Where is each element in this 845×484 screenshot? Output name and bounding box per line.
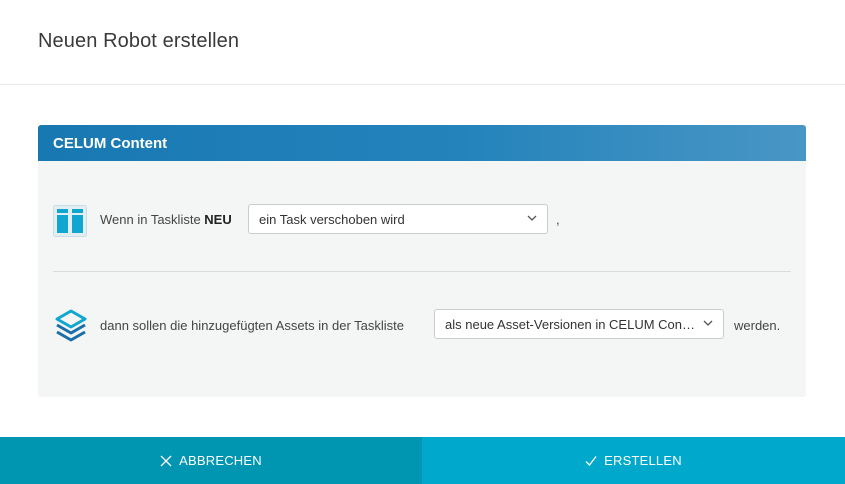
chevron-down-icon: [527, 215, 537, 221]
create-button[interactable]: ERSTELLEN: [422, 437, 845, 484]
action-suffix: werden.: [734, 318, 781, 333]
cancel-label: ABBRECHEN: [179, 453, 262, 468]
create-robot-dialog: Neuen Robot erstellen CELUM Content Wenn…: [0, 0, 845, 484]
trigger-sentence: Wenn in Taskliste NEU: [100, 212, 232, 227]
action-value: als neue Asset-Versionen in CELUM Conten…: [445, 317, 697, 332]
dialog-footer: ABBRECHEN ERSTELLEN: [0, 437, 845, 484]
tasklist-columns-icon: [53, 205, 87, 237]
close-icon: [160, 455, 172, 466]
action-sentence: dann sollen die hinzugefügten Assets in …: [100, 318, 405, 333]
action-select[interactable]: als neue Asset-Versionen in CELUM Conten…: [434, 309, 724, 339]
create-label: ERSTELLEN: [604, 453, 682, 468]
trigger-text-prefix: Wenn in Taskliste: [100, 212, 205, 227]
trigger-suffix: ,: [556, 212, 560, 227]
chevron-down-icon: [703, 320, 713, 326]
trigger-event-value: ein Task verschoben wird: [259, 212, 405, 227]
trigger-event-select[interactable]: ein Task verschoben wird: [248, 204, 548, 234]
tasklist-name: NEU: [204, 212, 232, 227]
dialog-header: Neuen Robot erstellen: [0, 0, 845, 85]
checkmark-icon: [585, 455, 597, 466]
celum-content-card: CELUM Content Wenn in Taskliste NEU ein …: [38, 125, 806, 397]
dialog-title: Neuen Robot erstellen: [38, 30, 240, 52]
card-header: CELUM Content: [38, 125, 806, 161]
divider: [53, 271, 791, 272]
layers-stack-icon: [54, 309, 88, 345]
cancel-button[interactable]: ABBRECHEN: [0, 437, 422, 484]
